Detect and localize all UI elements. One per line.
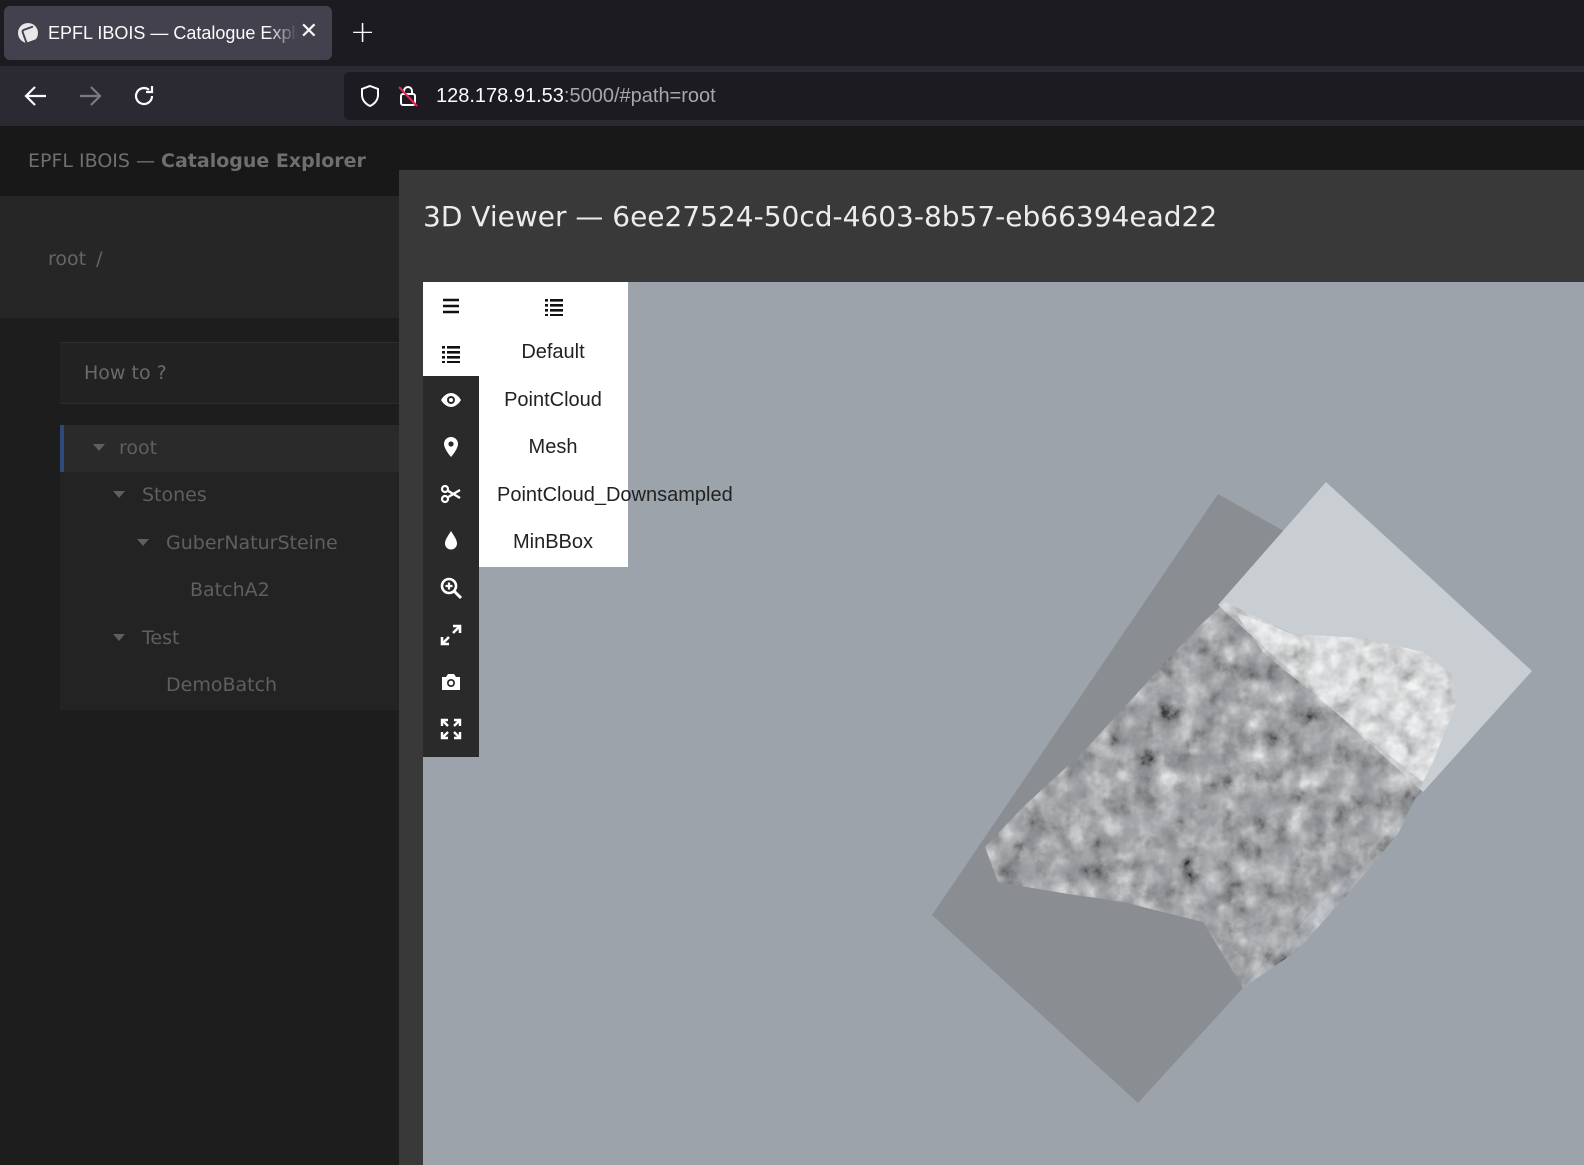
browser-tab[interactable]: EPFL IBOIS — Catalogue Explorer ✕ (4, 6, 332, 60)
page: EPFL IBOIS — Catalogue Explorer root / Ho… (0, 126, 1584, 1165)
layer-list-icon[interactable] (479, 282, 628, 329)
brand-prefix: EPFL IBOIS — (28, 150, 162, 172)
how-to-item[interactable]: How to ? (60, 342, 400, 404)
viewer-toolbar (423, 282, 479, 757)
caret-down-icon[interactable] (113, 491, 125, 498)
layer-label: PointCloud_Downsampled (497, 484, 733, 506)
favicon-icon (18, 23, 38, 43)
breadcrumb-root[interactable]: root (48, 248, 86, 270)
map-marker-icon[interactable] (423, 423, 479, 470)
camera-icon[interactable] (423, 658, 479, 705)
layer-default[interactable]: Default (479, 329, 628, 376)
tree-item-label: BatchA2 (190, 579, 270, 601)
tree-item-label: DemoBatch (166, 674, 278, 696)
app-brand[interactable]: EPFL IBOIS — Catalogue Explorer (28, 150, 366, 172)
tree-item-label: GuberNaturSteine (166, 532, 338, 554)
caret-down-icon[interactable] (93, 444, 105, 451)
layer-pointcloud[interactable]: PointCloud (479, 377, 628, 424)
layer-pointcloud-downsampled[interactable]: PointCloud_Downsampled (479, 472, 733, 519)
browser-tabbar: EPFL IBOIS — Catalogue Explorer ✕ + (0, 0, 1584, 66)
scissors-icon[interactable] (423, 470, 479, 517)
folder-tree: root Stones GuberNaturSteine BatchA2 Tes… (60, 425, 400, 710)
expand-icon[interactable] (423, 611, 479, 658)
shield-icon[interactable] (358, 84, 382, 112)
layer-menu: Default PointCloud Mesh PointCloud_Downs… (479, 282, 733, 567)
layers-icon[interactable] (423, 329, 479, 376)
layer-mesh[interactable]: Mesh (479, 424, 628, 471)
3d-canvas[interactable]: Default PointCloud Mesh PointCloud_Downs… (423, 282, 1584, 1165)
url-path: :5000/#path=root (563, 85, 716, 107)
fullscreen-icon[interactable] (423, 705, 479, 752)
brand-name: Catalogue Explorer (161, 150, 366, 172)
zoom-in-icon[interactable] (423, 564, 479, 611)
tree-item-demobatch[interactable]: DemoBatch (60, 662, 400, 709)
tree-item-root[interactable]: root (60, 425, 400, 472)
layer-label: Default (521, 341, 585, 363)
tree-item-stones[interactable]: Stones (60, 472, 400, 519)
url-bar[interactable]: 128.178.91.53:5000/#path=root (344, 72, 1584, 120)
layer-label: MinBBox (512, 531, 594, 553)
eye-icon[interactable] (423, 376, 479, 423)
insecure-lock-icon[interactable] (396, 84, 420, 112)
tree-item-label: Stones (142, 484, 207, 506)
layer-label: PointCloud (504, 389, 602, 411)
layer-label: Mesh (528, 436, 578, 458)
close-tab-icon[interactable]: ✕ (300, 20, 318, 44)
tree-item-gubernatursteine[interactable]: GuberNaturSteine (60, 520, 400, 567)
tree-item-batcha2[interactable]: BatchA2 (60, 567, 400, 614)
layer-minbbox[interactable]: MinBBox (479, 519, 628, 566)
sidebar: root / How to ? root Stones GuberNaturSte… (0, 196, 400, 1165)
caret-down-icon[interactable] (113, 634, 125, 641)
tree-item-label: Test (142, 627, 180, 649)
back-icon[interactable] (22, 82, 50, 110)
menu-icon[interactable] (423, 282, 479, 329)
droplet-icon[interactable] (423, 517, 479, 564)
url-host: 128.178.91.53 (436, 85, 564, 107)
tab-title: EPFL IBOIS — Catalogue Explorer (48, 22, 298, 43)
new-tab-button[interactable]: + (350, 16, 375, 50)
viewer-title: 3D Viewer — 6ee27524-50cd-4603-8b57-eb66… (423, 200, 1218, 233)
reload-icon[interactable] (130, 82, 158, 110)
breadcrumb: root / (0, 196, 400, 318)
tree-item-test[interactable]: Test (60, 615, 400, 662)
caret-down-icon[interactable] (137, 539, 149, 546)
how-to-label: How to ? (84, 362, 167, 384)
breadcrumb-separator: / (96, 248, 103, 270)
forward-icon[interactable] (76, 82, 104, 110)
tree-item-label: root (119, 437, 158, 459)
url-text[interactable]: 128.178.91.53:5000/#path=root (436, 84, 716, 108)
viewer-panel: 3D Viewer — 6ee27524-50cd-4603-8b57-eb66… (399, 170, 1584, 1165)
